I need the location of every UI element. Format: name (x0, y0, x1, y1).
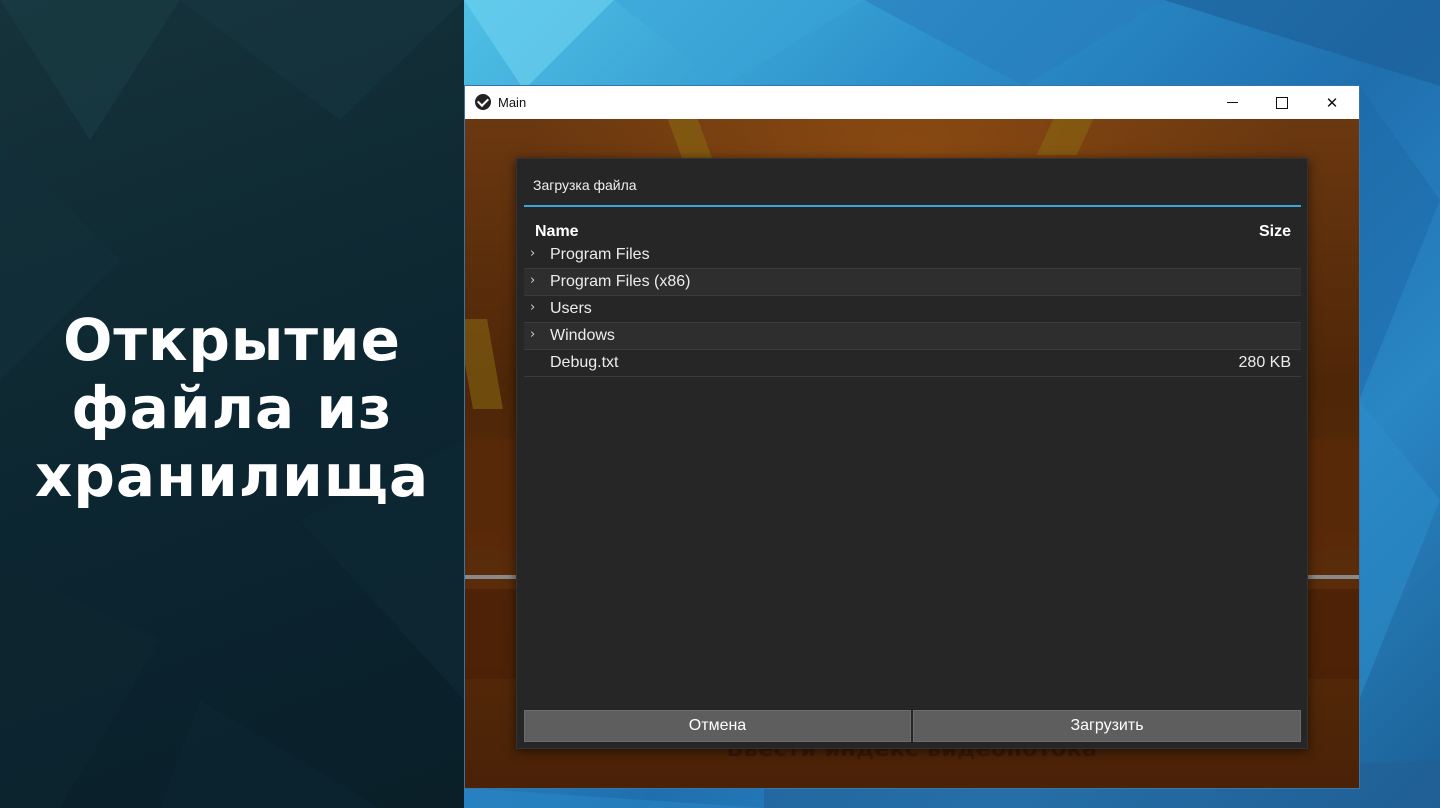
file-list-item[interactable]: › Users (524, 296, 1301, 323)
file-list-header: Name Size (524, 221, 1301, 243)
dialog-title: Загрузка файла (533, 177, 637, 193)
kivy-logo-icon (475, 94, 491, 110)
dialog-divider (524, 205, 1301, 207)
minimize-button[interactable] (1209, 86, 1255, 119)
slide-panel: Открытие файла из хранилища (0, 0, 464, 808)
close-button[interactable]: ✕ (1309, 86, 1355, 119)
chevron-right-icon[interactable]: › (530, 300, 544, 315)
decor-shape (1036, 119, 1094, 155)
column-header-size[interactable]: Size (1259, 223, 1291, 241)
item-name: Windows (550, 327, 615, 344)
maximize-button[interactable] (1259, 86, 1305, 119)
upload-button[interactable]: Загрузить (913, 710, 1301, 742)
file-upload-dialog: Загрузка файла Name Size › Program Files… (516, 158, 1308, 749)
close-icon: ✕ (1325, 93, 1339, 112)
file-list-item[interactable]: › Windows (524, 323, 1301, 350)
file-list: › Program Files › Program Files (x86) › … (524, 242, 1301, 377)
maximize-icon (1276, 96, 1288, 109)
column-header-name[interactable]: Name (535, 223, 579, 241)
item-name: Program Files (550, 246, 650, 263)
file-list-item[interactable]: › Program Files (x86) (524, 269, 1301, 296)
file-list-item[interactable]: Debug.txt 280 KB (524, 350, 1301, 377)
item-size: 280 KB (1238, 354, 1291, 371)
chevron-right-icon[interactable]: › (530, 327, 544, 342)
slide-title: Открытие файла из хранилища (34, 306, 430, 510)
item-name: Users (550, 300, 592, 317)
window-titlebar[interactable]: Main ✕ (465, 86, 1359, 119)
item-name: Program Files (x86) (550, 273, 691, 290)
decor-shape (465, 319, 503, 409)
file-list-item[interactable]: › Program Files (524, 242, 1301, 269)
window-title: Main (498, 95, 527, 110)
chevron-right-icon[interactable]: › (530, 273, 544, 288)
decor-shape (667, 119, 713, 159)
minimize-icon (1226, 102, 1238, 103)
chevron-right-icon[interactable]: › (530, 246, 544, 261)
cancel-button[interactable]: Отмена (524, 710, 911, 742)
item-name: Debug.txt (550, 354, 619, 371)
